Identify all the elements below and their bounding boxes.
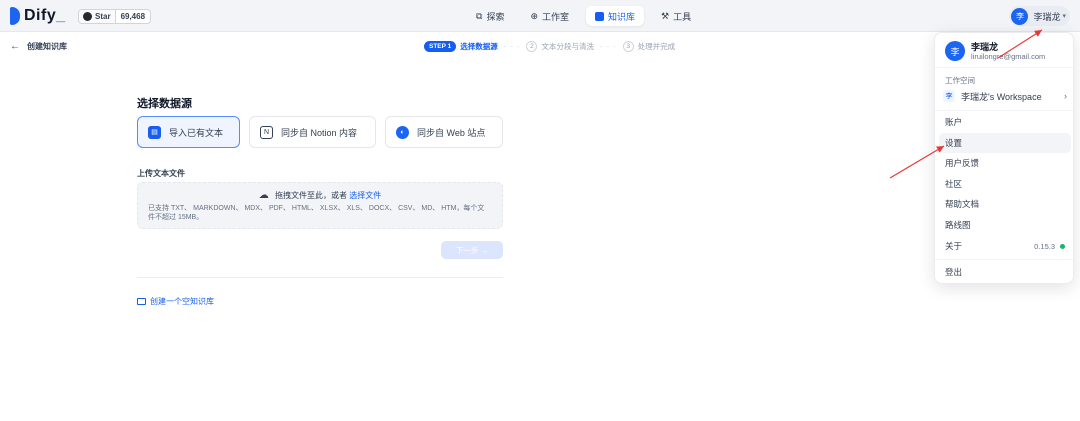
step-divider: - - - <box>503 42 521 51</box>
dropzone-hint: 已支持 TXT、 MARKDOWN、 MDX、 PDF、 HTML、 XLSX、… <box>148 205 485 221</box>
source-import-text-label: 导入已有文本 <box>169 127 224 138</box>
nav-studio-label: 工作室 <box>542 11 570 22</box>
user-dropdown-menu: 李 李瑞龙 liruilongre@gmail.com 工作空间 李 李瑞龙's… <box>934 32 1074 284</box>
menu-item-community[interactable]: 社区 <box>939 174 1071 194</box>
step-divider: - - - <box>599 42 617 51</box>
top-bar: Dify_ Star 69,468 ⧉ 探索 ⊕ 工作室 知识库 ⚒ 工具 李 … <box>0 0 1080 32</box>
menu-item-help-docs[interactable]: 帮助文档 <box>939 194 1071 214</box>
source-web-label: 同步自 Web 站点 <box>417 127 486 138</box>
step-3-badge: 3 <box>622 41 634 52</box>
source-notion-label: 同步自 Notion 内容 <box>281 127 358 138</box>
avatar: 李 <box>1011 7 1029 25</box>
status-dot-icon <box>1060 243 1065 249</box>
divider <box>935 259 1073 260</box>
nav-explore[interactable]: ⧉ 探索 <box>467 6 513 26</box>
main-nav: ⧉ 探索 ⊕ 工作室 知识库 ⚒ 工具 <box>467 6 700 26</box>
back-label: 创建知识库 <box>27 42 67 51</box>
select-file-link[interactable]: 选择文件 <box>349 191 381 200</box>
avatar: 李 <box>945 41 965 61</box>
menu-item-feedback[interactable]: 用户反馈 <box>939 153 1071 173</box>
nav-tools[interactable]: ⚒ 工具 <box>652 6 700 26</box>
menu-item-settings[interactable]: 设置 <box>939 133 1071 153</box>
folder-icon <box>137 298 146 305</box>
user-name: 李瑞龙 <box>1033 11 1061 22</box>
dropzone-prompt: 拖拽文件至此，或者 <box>275 191 347 200</box>
workspace-name: 李瑞龙's Workspace <box>961 91 1042 102</box>
github-icon <box>83 12 92 21</box>
file-icon: ▤ <box>148 125 161 139</box>
github-star-count: 69,468 <box>120 12 146 21</box>
hammer-icon: ⚒ <box>661 10 670 21</box>
nav-knowledge[interactable]: 知识库 <box>586 6 645 26</box>
step-1-label: 选择数据源 <box>460 42 498 51</box>
workspace-icon: 李 <box>943 90 955 102</box>
notion-icon: N <box>260 125 273 139</box>
step-2-badge: 2 <box>526 41 538 52</box>
nav-knowledge-label: 知识库 <box>608 11 636 22</box>
menu-item-roadmap[interactable]: 路线图 <box>939 215 1071 235</box>
back-button[interactable]: ← 创建知识库 <box>10 41 67 52</box>
chevron-right-icon: › <box>1064 91 1067 101</box>
nav-explore-label: 探索 <box>486 11 505 22</box>
cloud-upload-icon: ☁ <box>258 190 269 201</box>
github-star-label: Star <box>95 12 111 21</box>
step-1-badge: STEP 1 <box>424 41 457 52</box>
robot-icon: ⊕ <box>530 10 538 21</box>
stepper: STEP 1 选择数据源 - - - 2 文本分段与清洗 - - - 3 处理并… <box>424 41 675 52</box>
menu-item-logout[interactable]: 登出 <box>939 262 1071 282</box>
menu-item-about[interactable]: 关于 0.15.3 <box>939 236 1071 256</box>
brand-name: Dify <box>24 7 57 24</box>
divider <box>935 110 1073 111</box>
menu-user-email: liruilongre@gmail.com <box>971 52 1046 61</box>
divider <box>137 277 503 278</box>
page-title: 选择数据源 <box>137 98 192 110</box>
globe-icon: ◐ <box>396 125 409 139</box>
user-menu-button[interactable]: 李 李瑞龙 ▾ <box>1009 6 1070 26</box>
create-empty-knowledge-link[interactable]: 创建一个空知识库 <box>137 296 214 307</box>
compass-icon: ⧉ <box>476 10 483 21</box>
step-2-label: 文本分段与清洗 <box>541 42 594 51</box>
divider <box>935 67 1073 68</box>
workspace-switcher[interactable]: 李 李瑞龙's Workspace › <box>943 88 1067 104</box>
step-3-label: 处理并完成 <box>637 42 676 51</box>
next-button[interactable]: 下一步 → <box>441 241 503 259</box>
dify-logo-mark-icon <box>10 7 20 25</box>
version-text: 0.15.3 <box>1034 241 1055 251</box>
source-notion[interactable]: N 同步自 Notion 内容 <box>249 116 376 148</box>
create-empty-label: 创建一个空知识库 <box>150 297 214 306</box>
github-star-button[interactable]: Star 69,468 <box>78 9 152 24</box>
nav-tools-label: 工具 <box>673 11 692 22</box>
workspace-label: 工作空间 <box>945 76 975 85</box>
source-web[interactable]: ◐ 同步自 Web 站点 <box>385 116 503 148</box>
arrow-left-icon: ← <box>10 41 20 52</box>
nav-studio[interactable]: ⊕ 工作室 <box>521 6 578 26</box>
chevron-down-icon: ▾ <box>1062 13 1066 20</box>
sub-header: ← 创建知识库 STEP 1 选择数据源 - - - 2 文本分段与清洗 - -… <box>0 32 1080 62</box>
upload-label: 上传文本文件 <box>137 169 185 178</box>
menu-item-account[interactable]: 账户 <box>939 112 1071 132</box>
dify-logo[interactable]: Dify_ <box>10 7 66 25</box>
source-import-text[interactable]: ▤ 导入已有文本 <box>137 116 240 148</box>
file-dropzone[interactable]: ☁ 拖拽文件至此，或者 选择文件 已支持 TXT、 MARKDOWN、 MDX、… <box>137 182 503 229</box>
about-label: 关于 <box>945 241 963 251</box>
book-icon <box>595 11 605 21</box>
